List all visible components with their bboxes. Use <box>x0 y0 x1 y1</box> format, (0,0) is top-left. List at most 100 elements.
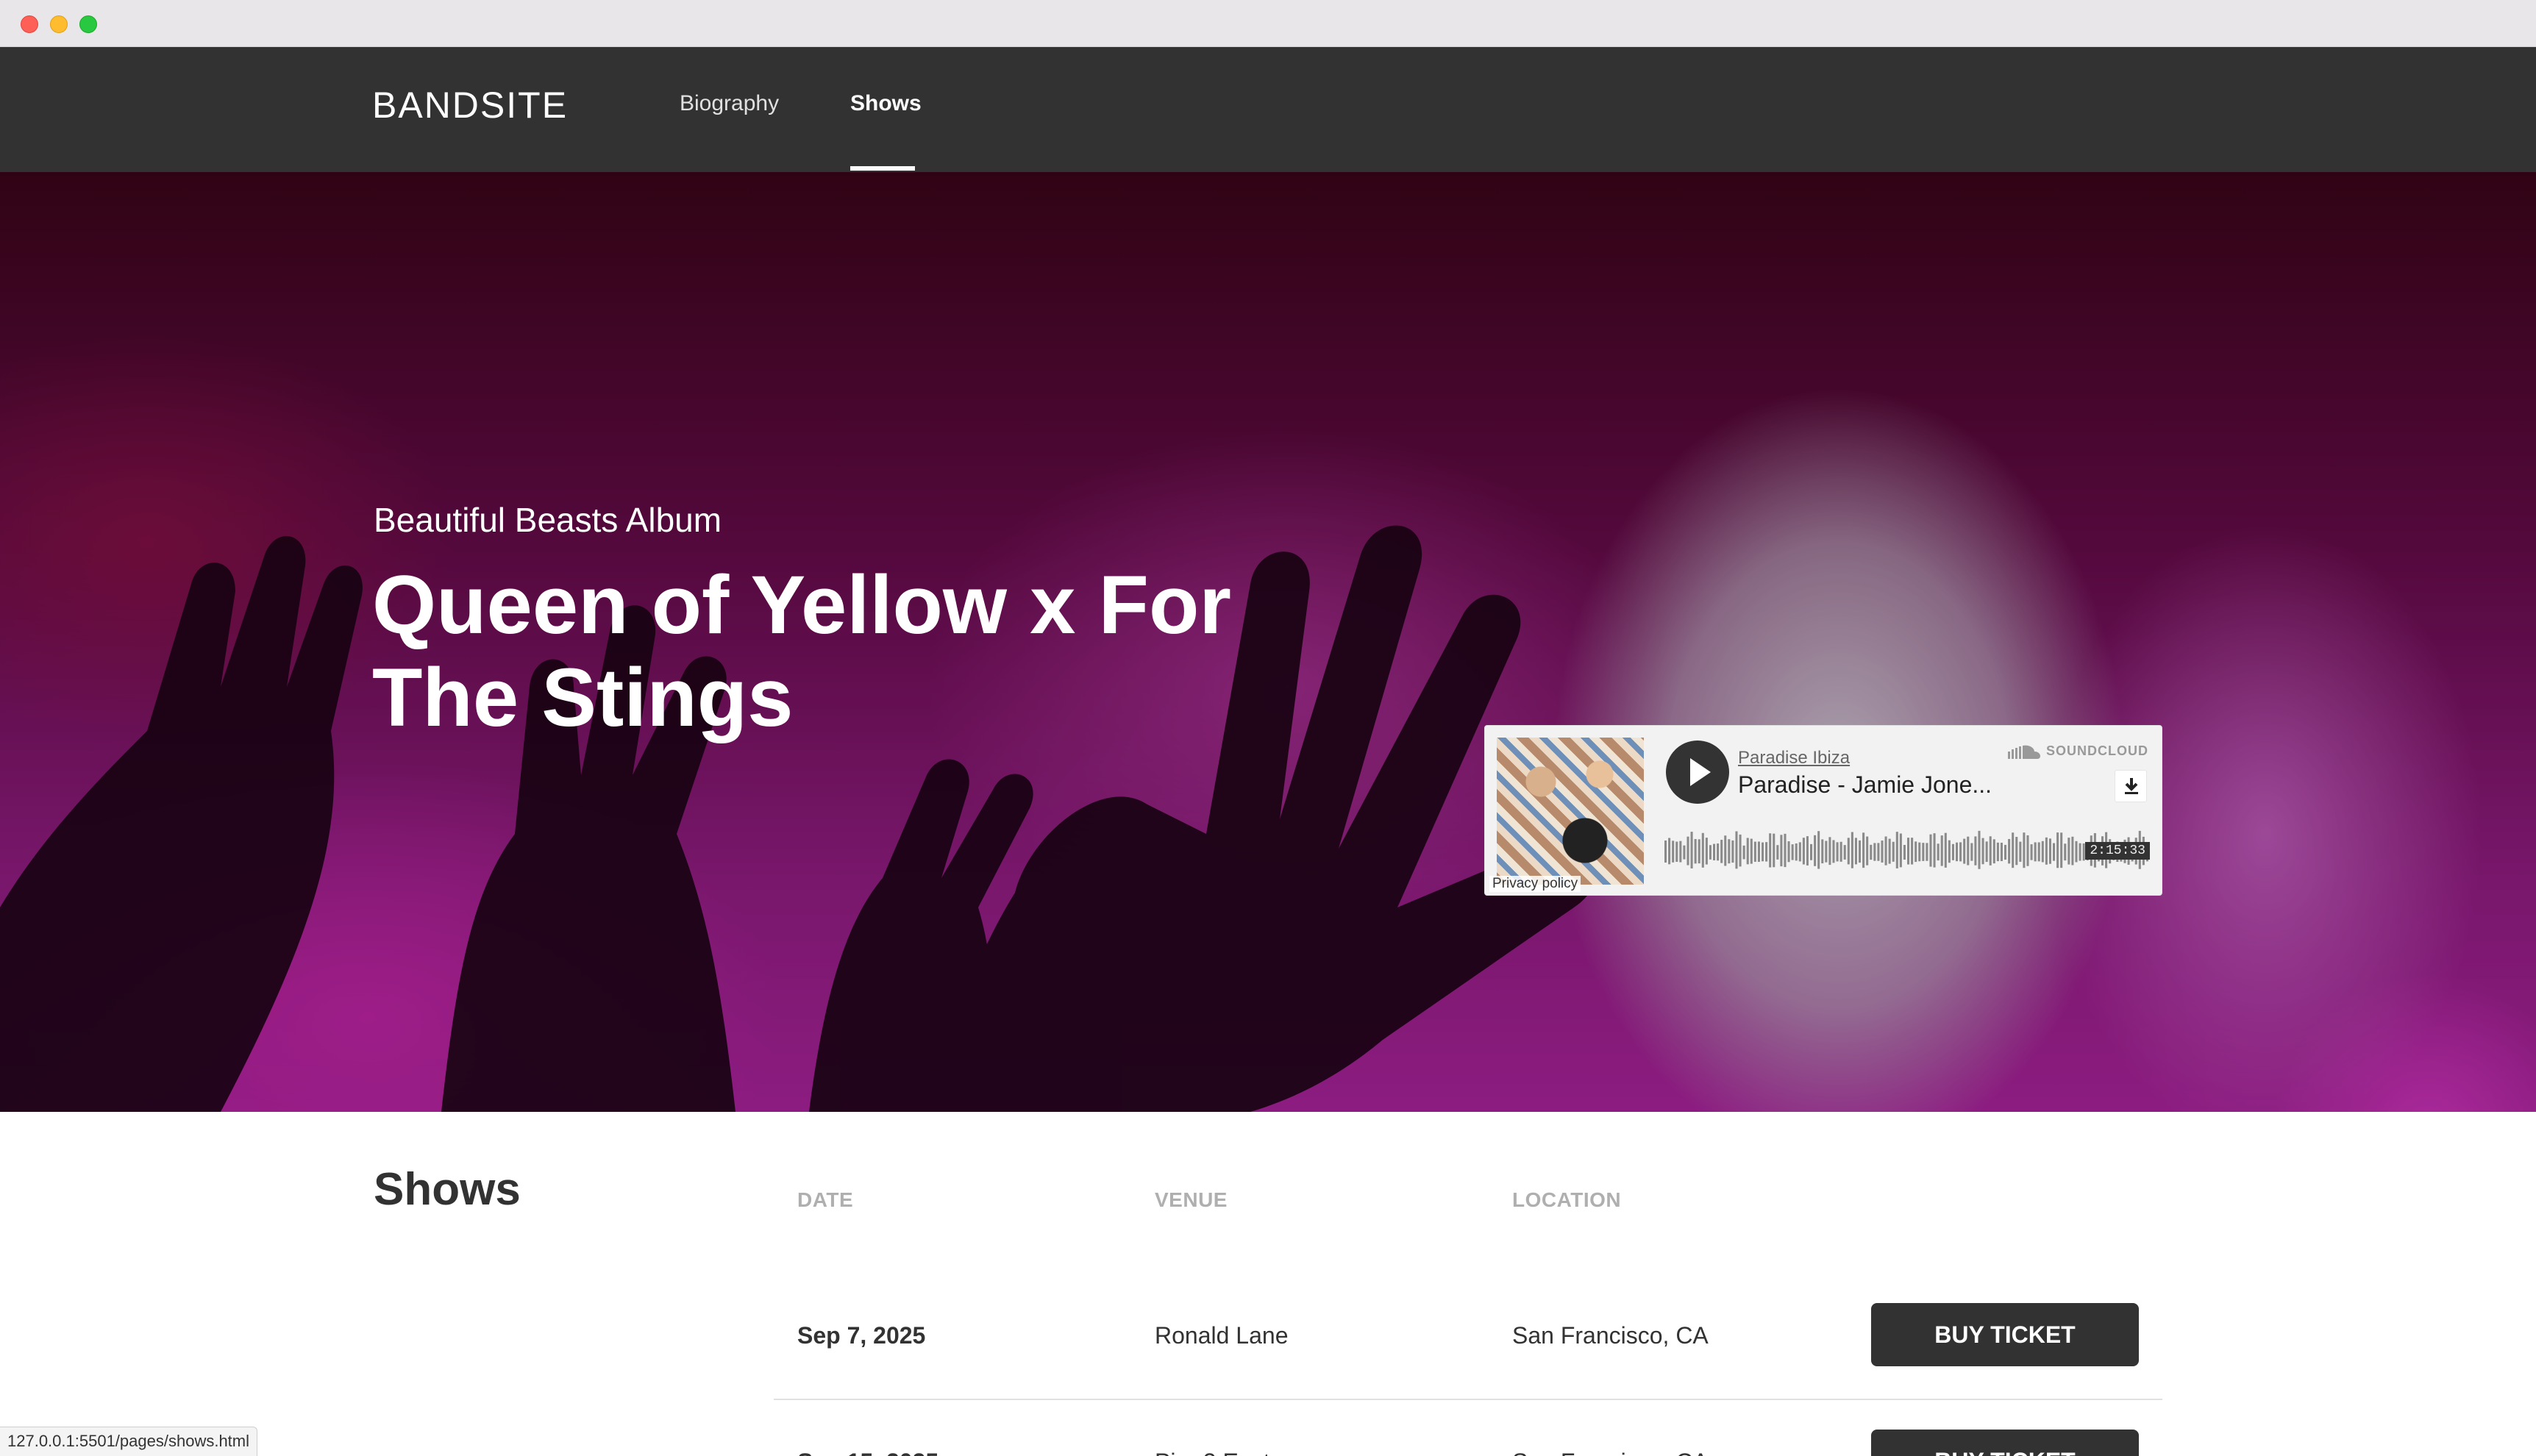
soundcloud-brand-label: SOUNDCLOUD <box>2046 743 2148 758</box>
waveform-bar <box>2075 841 2078 863</box>
buy-ticket-button[interactable]: BUY TICKET <box>1871 1430 2139 1456</box>
waveform-bar <box>1918 842 1921 862</box>
show-location: San Francisco, CA <box>1512 1449 1709 1456</box>
waveform-bar <box>1933 833 1936 868</box>
waveform-bar <box>1884 836 1887 866</box>
waveform-bar <box>1866 836 1869 866</box>
waveform-bar <box>1832 840 1835 863</box>
show-row[interactable]: Sep 7, 2025 Ronald Lane San Francisco, C… <box>774 1275 2162 1400</box>
waveform-bar <box>1888 838 1891 864</box>
download-button[interactable] <box>2115 770 2147 802</box>
waveform-bar <box>1776 845 1779 860</box>
active-nav-indicator <box>850 166 915 171</box>
waveform-bar <box>1668 838 1671 865</box>
waveform-bar <box>1795 843 1798 861</box>
close-window-button[interactable] <box>21 15 38 33</box>
waveform-bar <box>1951 843 1954 860</box>
waveform-bar <box>1690 832 1693 868</box>
show-location: San Francisco, CA <box>1512 1322 1709 1349</box>
waveform-bar <box>1735 831 1738 869</box>
site-header: BANDSITE Biography Shows <box>0 47 2536 172</box>
soundcloud-brand[interactable]: SOUNDCLOUD <box>2008 743 2148 759</box>
waveform-bar <box>1970 843 1973 861</box>
waveform-bar <box>1739 834 1742 867</box>
soundcloud-track-title[interactable]: Paradise - Jamie Jone... <box>1738 771 1992 799</box>
waveform-bar <box>2064 843 2067 861</box>
waveform-bar <box>1701 832 1704 868</box>
waveform-bar <box>1802 838 1805 865</box>
soundcloud-icon <box>2008 745 2040 759</box>
zoom-window-button[interactable] <box>79 15 97 33</box>
waveform-bar <box>1742 845 1745 860</box>
waveform-bar <box>1664 841 1667 863</box>
waveform-bar <box>1992 839 1995 864</box>
waveform-bar <box>1926 843 1928 861</box>
minimize-window-button[interactable] <box>50 15 68 33</box>
waveform-bar <box>1915 841 1917 863</box>
waveform-bar <box>1843 845 1846 860</box>
waveform-bar <box>1698 839 1700 864</box>
buy-ticket-button[interactable]: BUY TICKET <box>1871 1303 2139 1366</box>
waveform-bar <box>1713 843 1716 860</box>
waveform-bar <box>1672 841 1675 863</box>
waveform-bar <box>1929 834 1932 867</box>
nav-link-biography[interactable]: Biography <box>680 91 779 116</box>
waveform-bar <box>1974 836 1977 866</box>
waveform-bar <box>1787 841 1790 863</box>
waveform-bar <box>2079 843 2081 861</box>
waveform-bar <box>2082 843 2085 861</box>
waveform-bar <box>1717 843 1720 861</box>
waveform-bar <box>2019 841 2022 862</box>
privacy-policy-link[interactable]: Privacy policy <box>1489 876 1581 892</box>
waveform-bar <box>1798 842 1801 862</box>
waveform-bar <box>1784 833 1787 868</box>
waveform-bar <box>2015 837 2018 866</box>
waveform-bar <box>1963 838 1966 864</box>
site-logo[interactable]: BANDSITE <box>372 84 568 126</box>
waveform-bar <box>1773 833 1775 868</box>
waveform-bar <box>1825 841 1828 863</box>
waveform-bar <box>1996 842 1999 862</box>
waveform-bar <box>1967 836 1970 866</box>
waveform-bar <box>1705 838 1708 865</box>
waveform-bar <box>2037 842 2040 862</box>
track-artwork[interactable] <box>1497 738 1644 885</box>
waveform-bar <box>1828 837 1831 866</box>
waveform-bar <box>1989 836 1992 866</box>
waveform-bar <box>1937 843 1940 861</box>
waveform-bar <box>1675 841 1678 862</box>
waveform-bar <box>1814 835 1817 866</box>
track-duration: 2:15:33 <box>2085 842 2150 860</box>
waveform-bar <box>1806 836 1809 866</box>
soundcloud-user-link[interactable]: Paradise Ibiza <box>1738 748 1850 768</box>
waveform-bar <box>1948 840 1951 863</box>
waveform-bar <box>1769 833 1772 868</box>
column-header-date: DATE <box>797 1188 854 1211</box>
waveform-bar <box>1765 842 1768 862</box>
waveform-bar <box>1892 841 1895 862</box>
download-icon <box>2125 778 2138 794</box>
waveform-bar <box>1922 843 1925 861</box>
waveform-bar <box>2041 841 2044 863</box>
waveform-bar <box>1753 841 1756 862</box>
waveform-bar <box>1762 842 1764 862</box>
window-titlebar <box>0 0 2536 47</box>
waveform-bar <box>1757 841 1760 863</box>
show-venue: Pier 3 East <box>1155 1449 1270 1456</box>
hero-eyebrow: Beautiful Beasts Album <box>374 501 722 539</box>
waveform-bar <box>2023 832 2026 868</box>
waveform-bar <box>1679 841 1682 863</box>
waveform-bar <box>1724 835 1727 866</box>
waveform-bar <box>1839 841 1842 862</box>
show-row[interactable]: Sep 15, 2025 Pier 3 East San Francisco, … <box>774 1402 2162 1456</box>
waveform-bar <box>1780 835 1783 867</box>
waveform-bar <box>1731 840 1734 863</box>
nav-link-shows[interactable]: Shows <box>850 91 922 116</box>
waveform-bar <box>1907 838 1910 865</box>
waveform-bar <box>1870 844 1873 860</box>
waveform-bar <box>1847 838 1850 865</box>
play-icon[interactable] <box>1666 741 1729 804</box>
waveform[interactable] <box>1664 820 2150 879</box>
column-header-venue: VENUE <box>1155 1188 1228 1211</box>
waveform-bar <box>2060 832 2063 868</box>
